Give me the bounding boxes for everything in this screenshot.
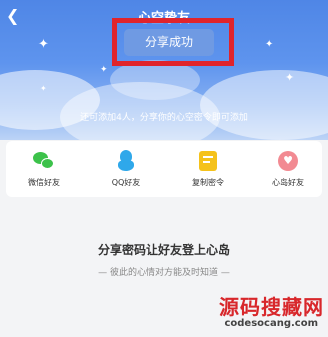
island-icon: ♥ [277, 150, 299, 172]
share-option-label: 复制密令 [192, 178, 224, 187]
copy-code-button[interactable]: 复制密令 [178, 141, 238, 197]
share-qq-button[interactable]: QQ好友 [96, 141, 156, 197]
promo-headline: 分享密码让好友登上心岛 [97, 243, 230, 257]
share-option-label: 微信好友 [28, 178, 60, 187]
share-success-toast: 分享成功 [124, 29, 214, 56]
bird-icon: ✦ [265, 39, 274, 50]
share-option-label: QQ好友 [111, 178, 141, 187]
qq-icon [115, 150, 137, 172]
share-option-label: 心岛好友 [272, 178, 304, 187]
wechat-icon [33, 150, 55, 172]
watermark-url: codesocang.com [224, 318, 318, 329]
copy-icon [197, 150, 219, 172]
bird-icon: ✦ [285, 71, 295, 84]
promo-subline: — 彼此的心情对方能及时知道 — [98, 268, 230, 278]
share-options-card: 微信好友 QQ好友 复制密令 ♥ 心岛好友 [6, 141, 322, 197]
bird-icon: ✦ [40, 84, 47, 93]
cloud-decoration [200, 70, 328, 140]
share-island-button[interactable]: ♥ 心岛好友 [258, 141, 318, 197]
share-wechat-button[interactable]: 微信好友 [14, 141, 74, 197]
bird-icon: ✦ [38, 37, 49, 52]
watermark: 源码搜藏网 codesocang.com [219, 296, 324, 330]
bird-icon: ✦ [100, 65, 108, 75]
watermark-brand: 源码搜藏网 [219, 295, 324, 319]
remaining-friends-hint: 还可添加4人，分享你的心空密令即可添加 [80, 113, 248, 123]
